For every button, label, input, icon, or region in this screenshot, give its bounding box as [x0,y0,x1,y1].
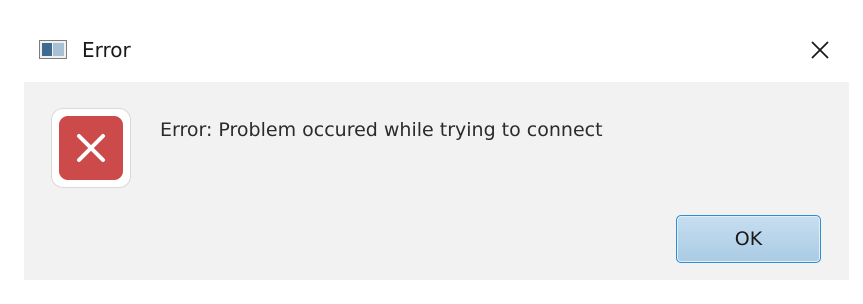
error-dialog-window: Error Error: Problem occured while tryin… [0,0,863,304]
window-app-icon [39,40,67,59]
error-x-icon [51,108,131,188]
error-message: Error: Problem occured while trying to c… [160,119,603,141]
ok-button[interactable]: OK [676,215,821,263]
dialog-content: Error: Problem occured while trying to c… [24,82,849,280]
window-title: Error [82,38,131,62]
title-bar[interactable]: Error [0,0,863,82]
close-button[interactable] [800,32,840,68]
close-icon [811,41,829,59]
